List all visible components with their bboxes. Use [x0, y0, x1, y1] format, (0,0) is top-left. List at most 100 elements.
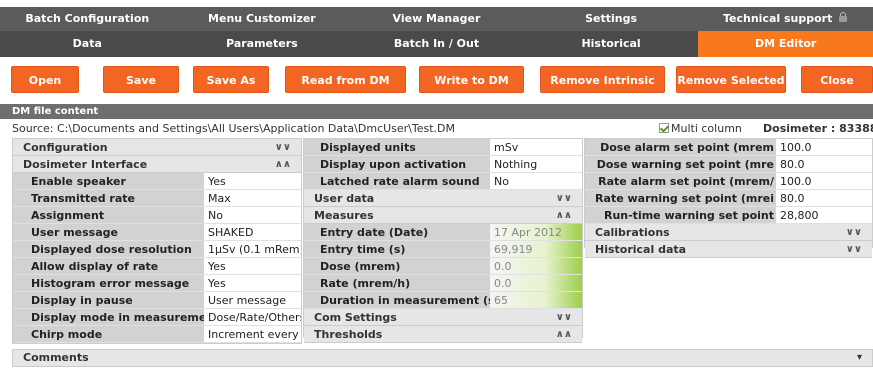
tab-batch-configuration[interactable]: Batch Configuration: [0, 7, 175, 31]
multi-column-checkbox[interactable]: Multi column: [659, 121, 742, 136]
top-tab-bar: Batch Configuration Menu Customizer View…: [0, 7, 873, 31]
property-value[interactable]: 17 Apr 2012: [490, 224, 582, 240]
save-as-button[interactable]: Save As: [193, 66, 269, 93]
save-button[interactable]: Save: [103, 66, 179, 93]
group-measures[interactable]: Measures ∧∧: [304, 207, 582, 224]
property-row: Dose (mrem) 0.0: [304, 258, 582, 275]
property-row: User message SHAKED: [13, 224, 301, 241]
property-name: Histogram error message: [13, 275, 204, 291]
property-value[interactable]: SHAKED: [204, 224, 301, 240]
property-value[interactable]: Nothing: [490, 156, 582, 172]
double-chevron-down-icon[interactable]: ∨∨: [846, 241, 862, 258]
property-value[interactable]: 80.0: [776, 190, 872, 206]
double-chevron-down-icon[interactable]: ∨∨: [275, 139, 291, 156]
tab-batch-in-out[interactable]: Batch In / Out: [349, 31, 524, 57]
double-chevron-up-icon[interactable]: ∧∧: [556, 207, 572, 224]
group-configuration[interactable]: Configuration ∨∨: [13, 139, 301, 156]
write-to-dm-button[interactable]: Write to DM: [419, 66, 524, 93]
property-value[interactable]: Max: [204, 190, 301, 206]
remove-selected-button[interactable]: Remove Selected: [676, 66, 786, 93]
property-name: Latched rate alarm sound: [304, 173, 490, 189]
property-name: User message: [13, 224, 204, 240]
comments-label: Comments: [23, 351, 89, 364]
property-value[interactable]: 100.0: [776, 139, 872, 155]
close-button[interactable]: Close: [801, 66, 873, 93]
property-row: Dose warning set point (mre 80.0: [585, 156, 872, 173]
tab-technical-support[interactable]: Technical support: [698, 7, 873, 31]
property-name: Displayed units: [304, 139, 490, 155]
double-chevron-down-icon[interactable]: ∨∨: [556, 309, 572, 326]
tab-menu-customizer[interactable]: Menu Customizer: [175, 7, 350, 31]
property-row: Latched rate alarm sound No: [304, 173, 582, 190]
property-row: Duration in measurement (s 65: [304, 292, 582, 309]
property-name: Display upon activation: [304, 156, 490, 172]
property-value[interactable]: 65: [490, 292, 582, 308]
source-path: Source: C:\Documents and Settings\All Us…: [12, 122, 456, 135]
property-value[interactable]: User message: [204, 292, 301, 308]
double-chevron-down-icon[interactable]: ∨∨: [846, 224, 862, 241]
group-calibrations[interactable]: Calibrations ∨∨: [585, 224, 872, 241]
group-com-settings-label: Com Settings: [314, 311, 397, 324]
property-name: Run-time warning set point: [585, 207, 776, 223]
property-name: Entry time (s): [304, 241, 490, 257]
column-thresholds: Dose alarm set point (mrem 100.0 Dose warn…: [584, 138, 873, 258]
property-name: Dose (mrem): [304, 258, 490, 274]
property-value[interactable]: mSv: [490, 139, 582, 155]
tab-view-manager[interactable]: View Manager: [349, 7, 524, 31]
property-value[interactable]: Dose/Rate/Others: [204, 309, 301, 325]
property-name: Assignment: [13, 207, 204, 223]
group-user-data-label: User data: [314, 192, 375, 205]
property-value[interactable]: 28,800: [776, 207, 872, 223]
property-row: Display upon activation Nothing: [304, 156, 582, 173]
group-dosimeter-interface[interactable]: Dosimeter Interface ∧∧: [13, 156, 301, 173]
property-row: Rate warning set point (mrei 80.0: [585, 190, 872, 207]
property-value[interactable]: 100.0: [776, 173, 872, 189]
property-row: Dose alarm set point (mrem 100.0: [585, 139, 872, 156]
property-row: Displayed dose resolution 1µSv (0.1 mRem): [13, 241, 301, 258]
property-name: Displayed dose resolution: [13, 241, 204, 257]
property-row: Display in pause User message: [13, 292, 301, 309]
property-row: Entry date (Date) 17 Apr 2012: [304, 224, 582, 241]
property-value[interactable]: 69,919: [490, 241, 582, 257]
tab-settings[interactable]: Settings: [524, 7, 699, 31]
property-value[interactable]: Increment every: [204, 326, 301, 342]
group-thresholds-label: Thresholds: [314, 328, 383, 341]
property-value[interactable]: No: [204, 207, 301, 223]
group-com-settings[interactable]: Com Settings ∨∨: [304, 309, 582, 326]
group-historical-data-label: Historical data: [595, 243, 687, 256]
double-chevron-up-icon[interactable]: ∧∧: [556, 326, 572, 343]
property-row: Rate (mrem/h) 0.0: [304, 275, 582, 292]
double-chevron-up-icon[interactable]: ∧∧: [275, 156, 291, 173]
group-configuration-label: Configuration: [23, 141, 108, 154]
comments-panel[interactable]: Comments ▾: [12, 349, 873, 367]
read-from-dm-button[interactable]: Read from DM: [285, 66, 406, 93]
open-button[interactable]: Open: [11, 66, 79, 93]
property-value[interactable]: Yes: [204, 258, 301, 274]
dosimeter-id: Dosimeter : 833886: [763, 122, 873, 135]
property-value[interactable]: No: [490, 173, 582, 189]
group-user-data[interactable]: User data ∨∨: [304, 190, 582, 207]
property-row: Chirp mode Increment every: [13, 326, 301, 343]
property-value[interactable]: 0.0: [490, 258, 582, 274]
tab-data[interactable]: Data: [0, 31, 175, 57]
checkbox-checked-icon[interactable]: [659, 123, 669, 133]
group-calibrations-label: Calibrations: [595, 226, 670, 239]
group-historical-data[interactable]: Historical data ∨∨: [585, 241, 872, 258]
property-value[interactable]: Yes: [204, 173, 301, 189]
property-row: Entry time (s) 69,919: [304, 241, 582, 258]
group-thresholds[interactable]: Thresholds ∧∧: [304, 326, 582, 343]
remove-intrinsic-button[interactable]: Remove Intrinsic: [540, 66, 665, 93]
double-chevron-down-icon[interactable]: ∨∨: [556, 190, 572, 207]
property-value[interactable]: Yes: [204, 275, 301, 291]
property-value[interactable]: 0.0: [490, 275, 582, 291]
column-units-measures: Displayed units mSv Display upon activatio…: [303, 138, 583, 343]
tab-dm-editor[interactable]: DM Editor: [698, 31, 873, 57]
property-name: Rate alarm set point (mrem/: [585, 173, 776, 189]
tab-historical[interactable]: Historical: [524, 31, 699, 57]
expand-down-icon[interactable]: ▾: [857, 350, 862, 366]
tab-parameters[interactable]: Parameters: [175, 31, 350, 57]
property-value[interactable]: 80.0: [776, 156, 872, 172]
property-row: Assignment No: [13, 207, 301, 224]
property-value[interactable]: 1µSv (0.1 mRem): [204, 241, 301, 257]
property-name: Chirp mode: [13, 326, 204, 342]
